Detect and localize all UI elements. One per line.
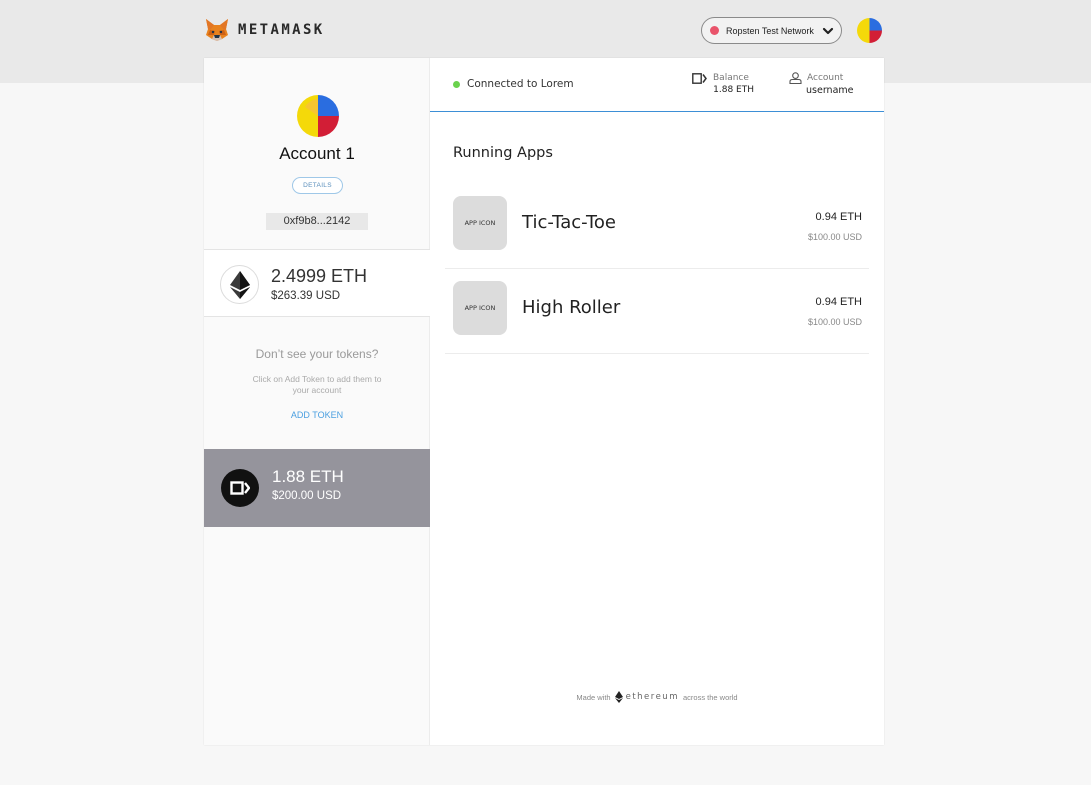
metamask-fox-icon	[206, 19, 228, 41]
balance-value: 1.88 ETH	[713, 85, 754, 95]
user-icon	[789, 72, 802, 84]
connection-status-dot	[453, 81, 460, 88]
chevron-down-icon	[822, 27, 833, 34]
app-name: Tic-Tac-Toe	[522, 212, 616, 233]
eth-balance-usd: $263.39 USD	[271, 290, 341, 302]
running-apps-title: Running Apps	[453, 145, 553, 161]
main-header: Connected to Lorem Balance 1.88 ETH Acco…	[430, 58, 884, 112]
app-usd-amount: $100.00 USD	[807, 232, 862, 242]
account-sidebar: Account 1 DETAILS 0xf9b8...2142 2.4999 E…	[204, 58, 430, 745]
footer-prefix: Made with	[576, 692, 611, 702]
network-status-dot	[710, 26, 719, 35]
network-name: Ropsten Test Network	[726, 25, 814, 36]
main-panel: Connected to Lorem Balance 1.88 ETH Acco…	[430, 58, 884, 745]
active-balance-amount: 1.88 ETH	[272, 467, 344, 486]
connection-status: Connected to Lorem	[467, 78, 574, 90]
app-usd-amount: $100.00 USD	[807, 317, 862, 327]
wallet-card: Account 1 DETAILS 0xf9b8...2142 2.4999 E…	[204, 58, 884, 745]
ethereum-icon	[220, 265, 259, 304]
app-icon-placeholder: APP ICON	[453, 281, 507, 335]
app-row-tic-tac-toe[interactable]: APP ICON Tic-Tac-Toe 0.94 ETH $100.00 US…	[445, 184, 869, 269]
footer-brand: ethereum	[625, 692, 679, 702]
app-title: METAMASK	[238, 22, 325, 38]
add-token-link[interactable]: ADD TOKEN	[204, 410, 430, 420]
active-balance-usd: $200.00 USD	[272, 490, 342, 502]
app-eth-amount: 0.94 ETH	[815, 211, 862, 223]
network-selector[interactable]: Ropsten Test Network	[701, 17, 842, 44]
metamask-logo[interactable]: METAMASK	[204, 17, 325, 43]
account-label: Account	[807, 73, 844, 83]
wallet-icon	[221, 469, 259, 507]
details-button[interactable]: DETAILS	[292, 177, 343, 194]
balance-label: Balance	[713, 73, 749, 83]
account-avatar-icon[interactable]	[857, 18, 882, 43]
active-balance-row[interactable]: 1.88 ETH $200.00 USD	[204, 449, 430, 527]
account-avatar-icon	[297, 95, 339, 137]
app-row-high-roller[interactable]: APP ICON High Roller 0.94 ETH $100.00 US…	[445, 269, 869, 354]
eth-balance-amount: 2.4999 ETH	[271, 266, 368, 286]
account-name: Account 1	[279, 144, 355, 163]
account-username: username	[806, 85, 854, 96]
tokens-prompt-description: Click on Add Token to add them to your a…	[252, 374, 382, 395]
eth-balance-row[interactable]: 2.4999 ETH $263.39 USD	[204, 249, 430, 317]
account-address[interactable]: 0xf9b8...2142	[266, 213, 368, 230]
wallet-icon	[692, 73, 707, 84]
app-eth-amount: 0.94 ETH	[815, 296, 862, 308]
app-icon-placeholder: APP ICON	[453, 196, 507, 250]
app-name: High Roller	[522, 297, 621, 318]
footer-suffix: across the world	[682, 692, 738, 702]
tokens-prompt-title: Don’t see your tokens?	[255, 347, 379, 361]
footer: Made with ethereum across the world	[430, 691, 884, 703]
ethereum-icon	[614, 691, 623, 703]
